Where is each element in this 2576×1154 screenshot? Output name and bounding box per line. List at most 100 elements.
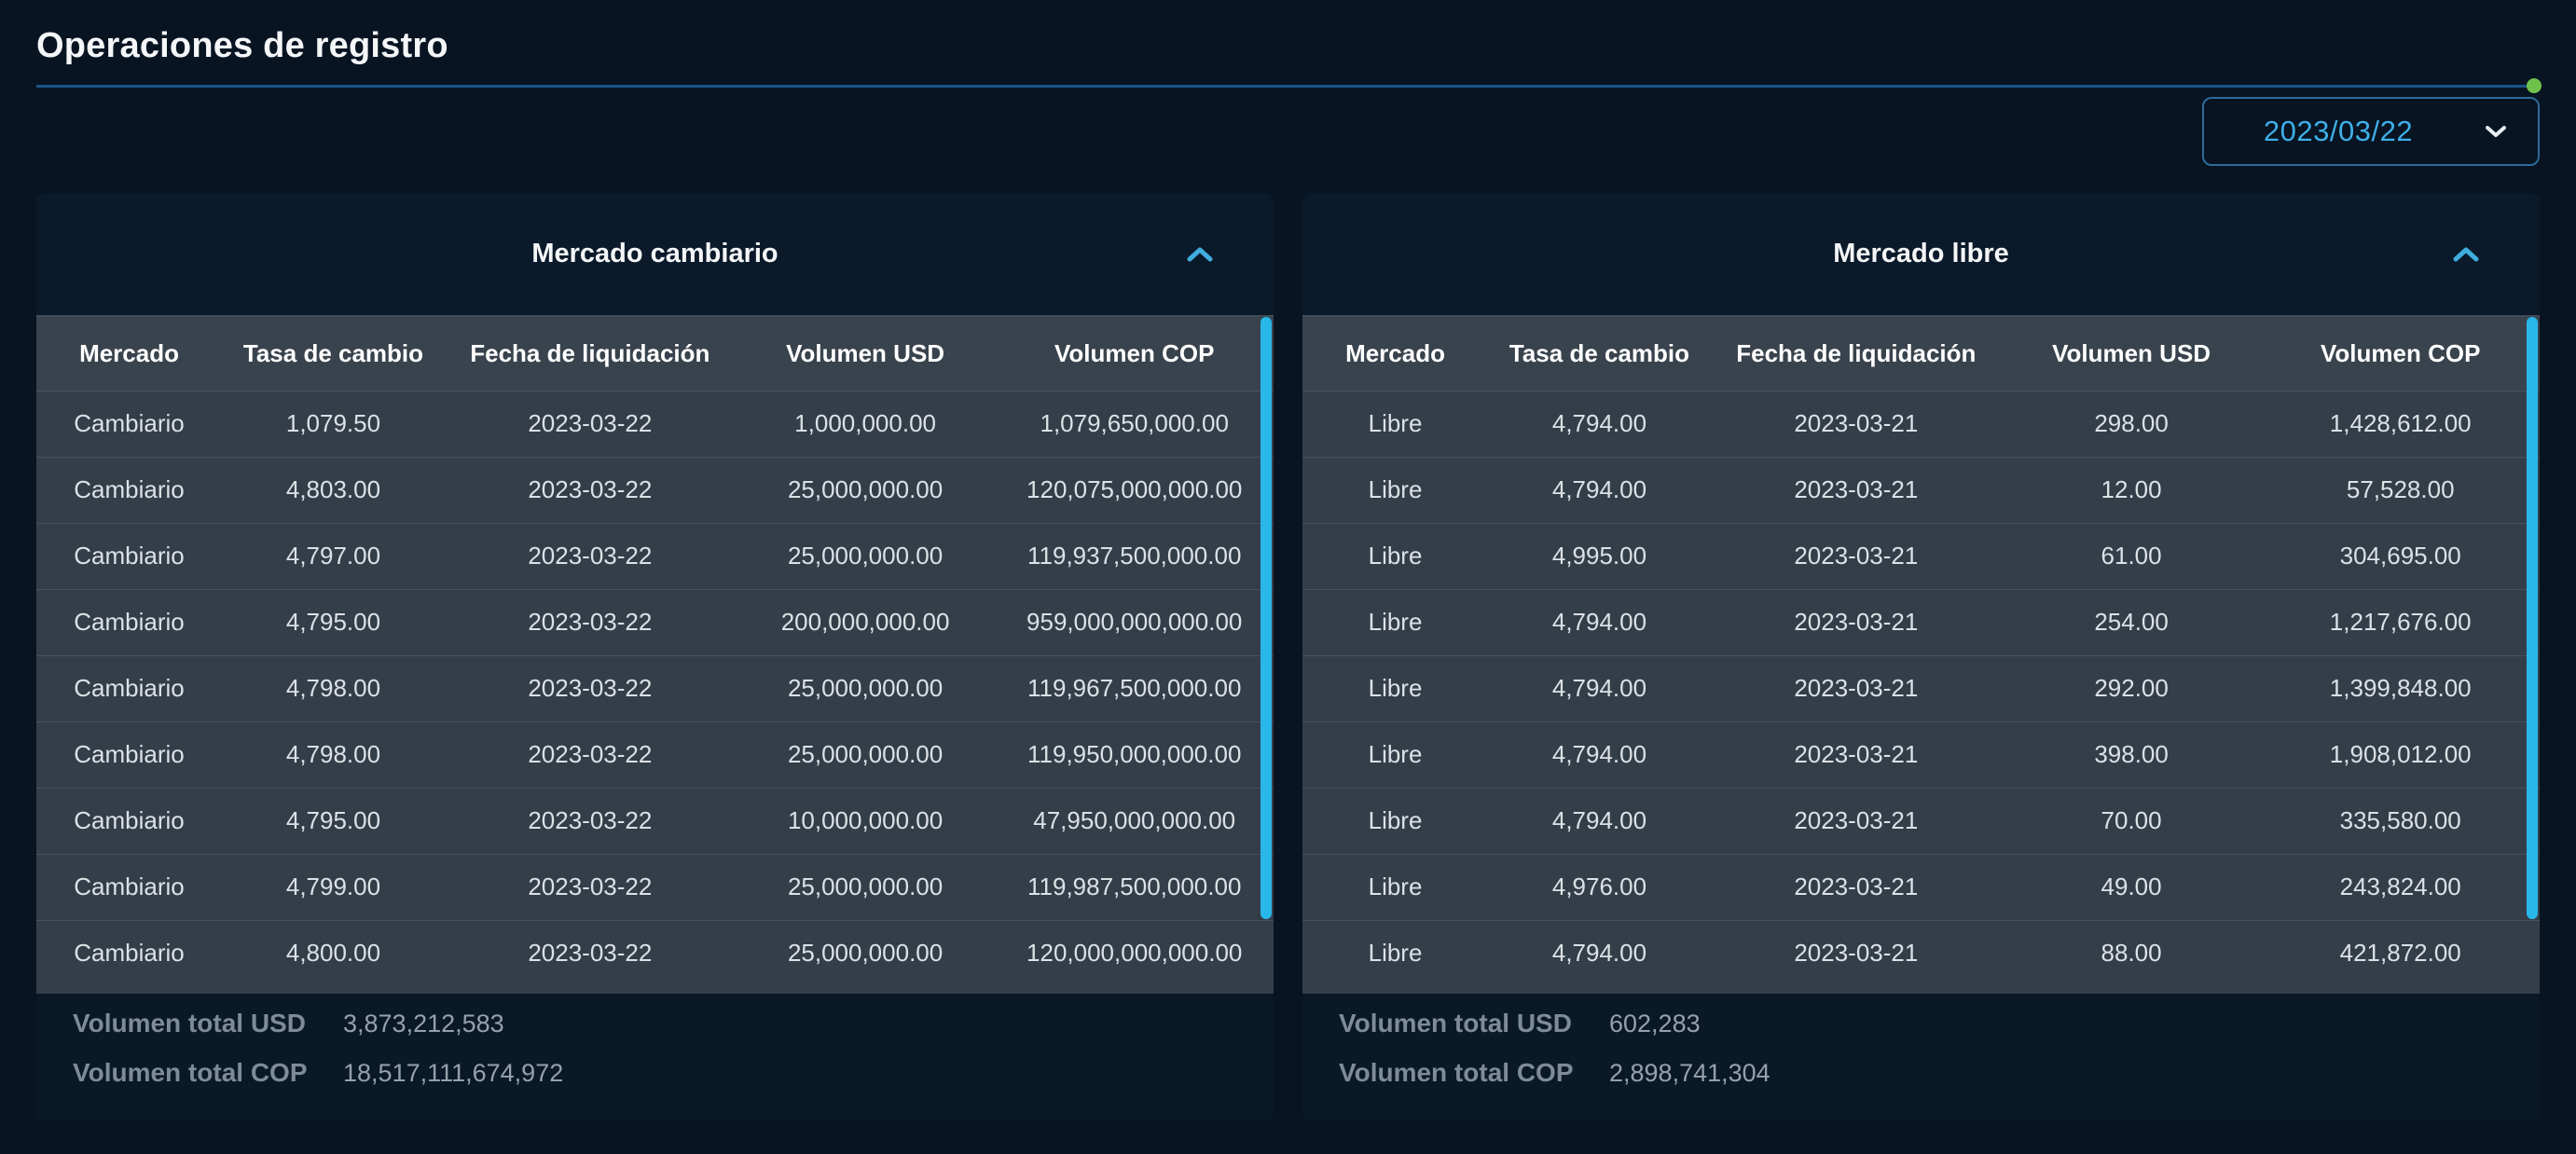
table-row: Cambiario 4,799.00 2023-03-22 25,000,000.00… bbox=[36, 853, 1274, 920]
collapse-button[interactable] bbox=[2446, 240, 2486, 268]
table-cell: 292.00 bbox=[2001, 654, 2262, 721]
table-cell: 335,580.00 bbox=[2261, 787, 2540, 854]
chevron-up-icon bbox=[1186, 247, 1214, 266]
col-mercado: Mercado bbox=[36, 315, 223, 392]
table-cell: Cambiario bbox=[36, 588, 223, 655]
operaciones-page: Operaciones de registro 2023/03/22 Merca… bbox=[0, 0, 2576, 1154]
total-usd-line: Volumen total USD 3,873,212,583 bbox=[73, 1009, 1237, 1058]
table-cell: 4,803.00 bbox=[222, 456, 445, 523]
table-cell: Libre bbox=[1302, 522, 1489, 589]
table-cell: 1,399,848.00 bbox=[2261, 654, 2540, 721]
table-cell: 4,976.00 bbox=[1488, 853, 1711, 920]
table-cell: 2023-03-21 bbox=[1710, 787, 2002, 854]
table-row: Libre 4,794.00 2023-03-21 298.00 1,428,612.0… bbox=[1302, 391, 2540, 457]
table-cell: Cambiario bbox=[36, 456, 223, 523]
total-cop-label: Volumen total COP bbox=[1339, 1058, 1574, 1087]
table-cell: 1,428,612.00 bbox=[2329, 409, 2472, 437]
table-header-row: Mercado Tasa de cambio Fecha de liquidac… bbox=[1302, 315, 2540, 392]
table-row: Cambiario 4,798.00 2023-03-22 25,000,000.00… bbox=[36, 654, 1274, 721]
col-fecha: Fecha de liquidación bbox=[1710, 315, 2002, 392]
table-cell: Cambiario bbox=[36, 853, 223, 920]
table-cell: Cambiario bbox=[36, 787, 223, 854]
card-title: Mercado libre bbox=[1833, 239, 2009, 268]
table-cell: 4,795.00 bbox=[222, 787, 445, 854]
table-cell: Libre bbox=[1302, 787, 1489, 854]
table-cell: 25,000,000.00 bbox=[735, 654, 996, 721]
table-cell: 4,794.00 bbox=[1488, 654, 1711, 721]
table-cell: 2023-03-21 bbox=[1794, 409, 1919, 437]
table-cell: Cambiario bbox=[74, 409, 185, 437]
table-cell: 398.00 bbox=[2001, 721, 2262, 788]
table-cell: 2023-03-21 bbox=[1710, 654, 2002, 721]
table-cell: 4,799.00 bbox=[222, 853, 445, 920]
table-cell: Cambiario bbox=[36, 654, 223, 721]
total-cop-value: 18,517,111,674,972 bbox=[343, 1059, 564, 1087]
table-row: Libre 4,995.00 2023-03-21 61.00 304,695.00 bbox=[1302, 522, 2540, 589]
table-cell: 61.00 bbox=[2001, 522, 2262, 589]
col-mercado: Mercado bbox=[1302, 315, 1489, 392]
table-cell: 25,000,000.00 bbox=[735, 919, 996, 986]
table-cell: 2023-03-21 bbox=[1710, 853, 2002, 920]
card-title: Mercado cambiario bbox=[531, 239, 778, 268]
table-cell: 2023-03-22 bbox=[444, 853, 736, 920]
table-row: Libre 4,976.00 2023-03-21 49.00 243,824.00 bbox=[1302, 853, 2540, 920]
table-cell: 119,937,500,000.00 bbox=[995, 522, 1274, 589]
table-cell: 25,000,000.00 bbox=[735, 853, 996, 920]
table-cell: 421,872.00 bbox=[2261, 919, 2540, 986]
table-row: Libre 4,794.00 2023-03-21 292.00 1,399,848.0… bbox=[1302, 654, 2540, 721]
table-cell: 1,908,012.00 bbox=[2261, 721, 2540, 788]
table-header-row: Mercado Tasa de cambio Fecha de liquidac… bbox=[36, 315, 1274, 392]
table-row: Libre 4,794.00 2023-03-21 254.00 1,217,676.0… bbox=[1302, 588, 2540, 655]
table-cell: 119,967,500,000.00 bbox=[995, 654, 1274, 721]
table-row: Cambiario 4,803.00 2023-03-22 25,000,000.00… bbox=[36, 456, 1274, 523]
col-fecha: Fecha de liquidación bbox=[444, 315, 736, 392]
chevron-up-icon bbox=[2452, 247, 2480, 266]
total-usd-label: Volumen total USD bbox=[1339, 1009, 1572, 1037]
table-cell: Libre bbox=[1368, 409, 1423, 437]
table-cell: 4,798.00 bbox=[222, 721, 445, 788]
total-usd-label: Volumen total USD bbox=[73, 1009, 306, 1037]
table-cell: 304,695.00 bbox=[2261, 522, 2540, 589]
table-cell: 57,528.00 bbox=[2261, 456, 2540, 523]
page-title: Operaciones de registro bbox=[36, 26, 448, 65]
table-wrap: Mercado Tasa de cambio Fecha de liquidac… bbox=[36, 315, 1274, 994]
card-footer: Volumen total USD 602,283 Volumen total … bbox=[1302, 994, 2540, 1120]
table-cell: 2023-03-22 bbox=[444, 787, 736, 854]
table-cell: 1,079,650,000.00 bbox=[1040, 409, 1229, 437]
table-scrollbar[interactable] bbox=[1260, 317, 1272, 919]
table-cell: Cambiario bbox=[36, 919, 223, 986]
table-wrap: Mercado Tasa de cambio Fecha de liquidac… bbox=[1302, 315, 2540, 994]
table-row: Libre 4,794.00 2023-03-21 88.00 421,872.00 bbox=[1302, 919, 2540, 986]
collapse-button[interactable] bbox=[1180, 240, 1219, 268]
page-header: Operaciones de registro bbox=[0, 0, 2576, 93]
table-cell: 47,950,000,000.00 bbox=[995, 787, 1274, 854]
table-cell: 2023-03-21 bbox=[1710, 456, 2002, 523]
total-usd-value: 602,283 bbox=[1609, 1010, 1701, 1037]
total-cop-line: Volumen total COP 18,517,111,674,972 bbox=[73, 1058, 1237, 1107]
table-scrollbar[interactable] bbox=[2527, 317, 2538, 919]
table-cell: 959,000,000,000.00 bbox=[995, 588, 1274, 655]
table-cell: 119,950,000,000.00 bbox=[995, 721, 1274, 788]
table-cell: Libre bbox=[1302, 588, 1489, 655]
col-tasa: Tasa de cambio bbox=[222, 315, 445, 392]
col-vol-usd: Volumen USD bbox=[735, 315, 996, 392]
table-row: Libre 4,794.00 2023-03-21 398.00 1,908,012.0… bbox=[1302, 721, 2540, 788]
table-cell: 4,798.00 bbox=[222, 654, 445, 721]
total-cop-value: 2,898,741,304 bbox=[1609, 1059, 1770, 1087]
table-row: Cambiario 4,797.00 2023-03-22 25,000,000.00… bbox=[36, 522, 1274, 589]
card-mercado-cambiario: Mercado cambiario Mercado Tasa de cambio… bbox=[36, 193, 1274, 1120]
table-cell: 88.00 bbox=[2001, 919, 2262, 986]
table-cell: 2023-03-22 bbox=[444, 456, 736, 523]
date-select[interactable]: 2023/03/22 bbox=[2202, 97, 2540, 166]
table-cell: 4,797.00 bbox=[222, 522, 445, 589]
market-table: Mercado Tasa de cambio Fecha de liquidac… bbox=[1302, 315, 2540, 986]
chevron-down-icon bbox=[2484, 124, 2508, 144]
table-cell: 1,079.50 bbox=[285, 409, 381, 437]
table-cell: 2023-03-21 bbox=[1710, 522, 2002, 589]
table-cell: 298.00 bbox=[2094, 409, 2169, 437]
green-status-dot bbox=[2527, 78, 2542, 93]
table-cell: 2023-03-21 bbox=[1710, 721, 2002, 788]
table-cell: 12.00 bbox=[2001, 456, 2262, 523]
col-vol-usd: Volumen USD bbox=[2001, 315, 2262, 392]
table-cell: 200,000,000.00 bbox=[735, 588, 996, 655]
